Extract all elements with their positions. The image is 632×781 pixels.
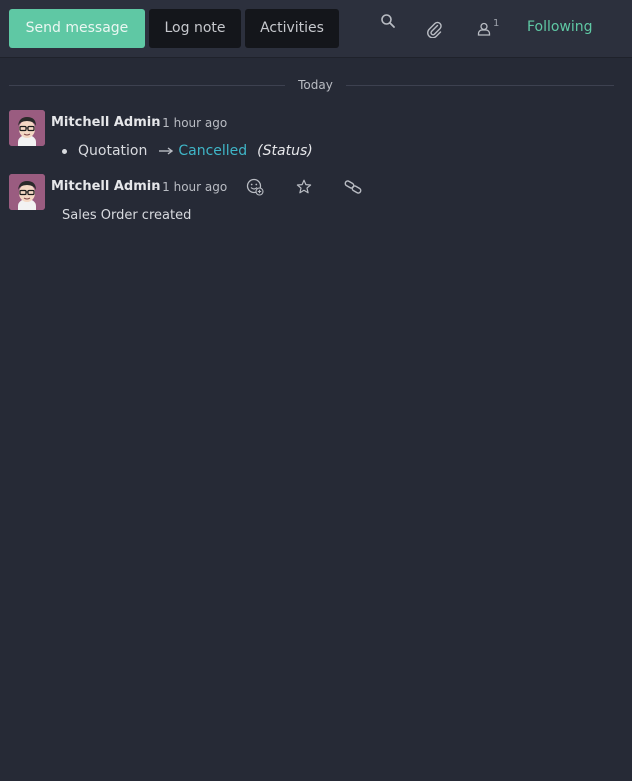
message-author[interactable]: Mitchell Admin xyxy=(51,115,160,130)
tracking-field-name: (Status) xyxy=(257,143,313,159)
followers-user-icon[interactable] xyxy=(473,18,495,40)
log-note-button[interactable]: Log note xyxy=(149,9,241,48)
following-button[interactable]: Following xyxy=(527,19,593,35)
paperclip-icon[interactable] xyxy=(423,18,445,40)
follower-count: 1 xyxy=(493,18,500,29)
tracking-old-value: Quotation xyxy=(78,143,148,159)
link-icon[interactable] xyxy=(341,177,365,197)
avatar[interactable] xyxy=(9,174,45,210)
arrow-right-icon xyxy=(159,143,174,159)
date-separator-label: Today xyxy=(298,78,333,92)
message-body: Sales Order created xyxy=(62,208,192,223)
bullet xyxy=(62,148,67,154)
message-actions xyxy=(243,177,390,197)
activities-button[interactable]: Activities xyxy=(245,9,339,48)
date-separator: Today xyxy=(9,76,614,94)
add-reaction-icon[interactable] xyxy=(243,177,267,197)
chatter-topbar: Send message Log note Activities 1 Follo… xyxy=(0,0,632,58)
message-author[interactable]: Mitchell Admin xyxy=(51,179,160,194)
message: Mitchell Admin - 1 hour ago Sales Order … xyxy=(9,174,619,230)
message-date: - 1 hour ago xyxy=(154,180,228,194)
avatar[interactable] xyxy=(9,110,45,146)
separator-line xyxy=(346,85,614,86)
send-message-button[interactable]: Send message xyxy=(9,9,145,48)
star-icon[interactable] xyxy=(292,177,316,197)
tracking-new-value: Cancelled xyxy=(178,143,248,159)
message: Mitchell Admin - 1 hour ago Quotation Ca… xyxy=(9,110,619,166)
search-icon[interactable] xyxy=(377,10,399,32)
tracking-value: Quotation Cancelled (Status) xyxy=(62,143,313,159)
separator-line xyxy=(9,85,285,86)
message-date: - 1 hour ago xyxy=(154,116,228,130)
